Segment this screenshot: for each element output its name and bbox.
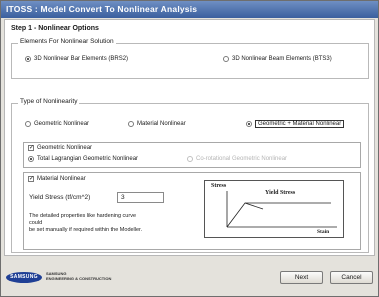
radio-beam-elements-indicator[interactable] <box>223 56 229 62</box>
hardening-note-line1: The detailed properties like hardening c… <box>29 213 137 226</box>
radio-geometric-indicator[interactable] <box>25 121 31 127</box>
dialog-content: Step 1 - Nonlinear Options Elements For … <box>4 19 375 256</box>
company-name: SAMSUNG ENGINEERING & CONSTRUCTION <box>46 271 111 281</box>
radio-material-indicator[interactable] <box>128 121 134 127</box>
samsung-logo: SAMSUNG <box>6 272 42 283</box>
radio-beam-elements[interactable]: 3D Nonlinear Beam Elements (BTS3) <box>223 55 332 64</box>
yield-stress-input[interactable]: 3 <box>117 192 164 203</box>
radio-geometric-material-nonlinear[interactable]: Geometric + Material Nonlinear <box>246 120 345 129</box>
radio-bar-elements-indicator[interactable] <box>25 56 31 62</box>
elements-group-label: Elements For Nonlinear Solution <box>18 38 116 45</box>
checkbox-geometric-indicator[interactable]: ✓ <box>28 145 34 151</box>
radio-co-rotational-label: Co-rotational Geometric Nonlinear <box>196 156 288 162</box>
yield-stress-label: Yield Stress (tf/cm^2) <box>29 194 91 201</box>
next-button[interactable]: Next <box>280 271 323 284</box>
diagram-stress-label: Stress <box>211 183 227 189</box>
radio-total-lagrangian-indicator[interactable] <box>28 156 34 162</box>
radio-co-rotational-indicator <box>187 156 193 162</box>
diagram-yield-label: Yield Stress <box>265 190 296 196</box>
radio-geometric-label: Geometric Nonlinear <box>34 121 90 127</box>
checkbox-geometric-label: Geometric Nonlinear <box>37 145 93 151</box>
checkbox-material-nonlinear[interactable]: ✓ Material Nonlinear <box>28 175 86 184</box>
hardening-note: The detailed properties like hardening c… <box>29 213 149 234</box>
radio-bar-elements[interactable]: 3D Nonlinear Bar Elements (BRS2) <box>25 55 128 64</box>
step-title: Step 1 - Nonlinear Options <box>11 25 99 32</box>
hardening-note-line2: be set manually if required within the M… <box>29 227 143 233</box>
radio-total-lagrangian[interactable]: Total Lagrangian Geometric Nonlinear <box>28 155 138 164</box>
window-title: ITOSS : Model Convert To Nonlinear Analy… <box>1 1 378 18</box>
company-line2: ENGINEERING & CONSTRUCTION <box>46 276 112 281</box>
radio-geometric-material-indicator[interactable] <box>246 121 252 127</box>
dialog-footer: SAMSUNG SAMSUNG ENGINEERING & CONSTRUCTI… <box>1 257 378 296</box>
dialog-window: ITOSS : Model Convert To Nonlinear Analy… <box>0 0 379 297</box>
radio-beam-elements-label: 3D Nonlinear Beam Elements (BTS3) <box>232 56 332 62</box>
checkbox-material-label: Material Nonlinear <box>37 176 86 182</box>
radio-material-label: Material Nonlinear <box>137 121 186 127</box>
stress-strain-diagram: Stress Yield Stress Stain <box>204 180 344 238</box>
radio-geometric-material-label: Geometric + Material Nonlinear <box>255 120 345 128</box>
diagram-strain-label: Stain <box>317 229 330 235</box>
cancel-button[interactable]: Cancel <box>330 271 373 284</box>
radio-co-rotational: Co-rotational Geometric Nonlinear <box>187 155 287 164</box>
radio-geometric-nonlinear[interactable]: Geometric Nonlinear <box>25 120 89 129</box>
radio-material-nonlinear[interactable]: Material Nonlinear <box>128 120 186 129</box>
nonlinearity-group-label: Type of Nonlinearity <box>18 98 80 105</box>
radio-total-lagrangian-label: Total Lagrangian Geometric Nonlinear <box>37 156 139 162</box>
radio-bar-elements-label: 3D Nonlinear Bar Elements (BRS2) <box>34 56 129 62</box>
checkbox-geometric-nonlinear[interactable]: ✓ Geometric Nonlinear <box>28 144 92 153</box>
checkbox-material-indicator[interactable]: ✓ <box>28 176 34 182</box>
